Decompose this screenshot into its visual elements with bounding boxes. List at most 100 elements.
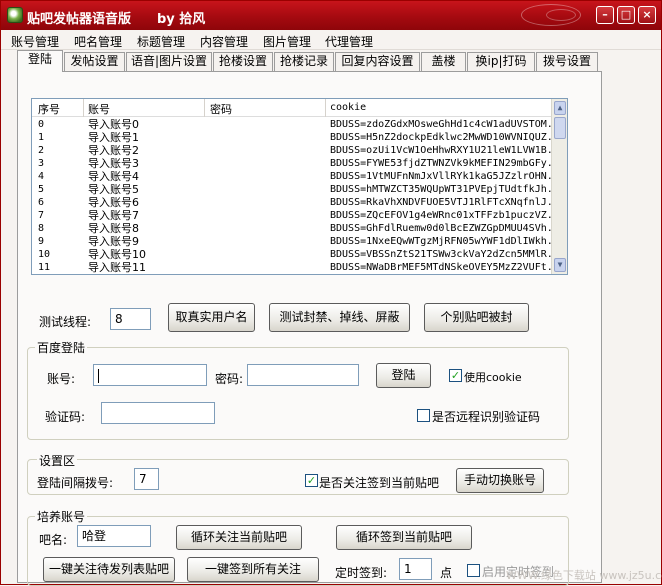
table-row[interactable]: 2 导入账号2 BDUSS=ozUi1VcW1OeHhwRXY1U21leW1LVW… bbox=[32, 144, 565, 157]
table-row[interactable]: 0 导入账号0 BDUSS=zdoZGdxMOsweGhHd1c4cW1adUVST… bbox=[32, 118, 565, 131]
individual-bar-banned-button[interactable]: 个别贴吧被封 bbox=[424, 303, 529, 332]
table-row[interactable]: 7 导入账号7 BDUSS=ZQcEFOV1g4eWRnc01xTFFzb1pucz… bbox=[32, 209, 565, 222]
menu-bar-name-manage[interactable]: 吧名管理 bbox=[74, 33, 122, 50]
table-row[interactable]: 5 导入账号5 BDUSS=hMTWZCT35WQUpWT31PVEpjTUdtfk… bbox=[32, 183, 565, 196]
follow-post-list-bars-button[interactable]: 一键关注待发列表贴吧 bbox=[43, 557, 175, 582]
tab-post-settings[interactable]: 发帖设置 bbox=[64, 52, 125, 71]
login-interval-input[interactable]: 7 bbox=[134, 468, 159, 490]
cell-index: 1 bbox=[38, 132, 45, 143]
loop-follow-button[interactable]: 循环关注当前贴吧 bbox=[176, 525, 302, 550]
follow-signin-checkbox[interactable]: ✓ bbox=[305, 474, 318, 487]
cell-cookie: BDUSS=ozUi1VcW1OeHhwRXY1U21leW1LVW1B... bbox=[330, 145, 565, 156]
cell-cookie: BDUSS=VBSSnZtS21TSWw3ckVaY2dZcn5MMlR... bbox=[330, 249, 565, 260]
table-row[interactable]: 4 导入账号4 BDUSS=1VtMUFnNmJxVllRYk1kaG5JZzlrO… bbox=[32, 170, 565, 183]
enable-timed-signin-checkbox[interactable] bbox=[467, 564, 480, 577]
grid-header-account[interactable]: 账号 bbox=[88, 101, 110, 117]
table-row[interactable]: 10 导入账号10 BDUSS=VBSSnZtS21TSWw3ckVaY2dZcn5… bbox=[32, 248, 565, 261]
table-row[interactable]: 3 导入账号3 BDUSS=FYWE53fjdZTWNZVk9kMEFIN29mbG… bbox=[32, 157, 565, 170]
tab-build-floor[interactable]: 盖楼 bbox=[421, 52, 466, 71]
loop-signin-button[interactable]: 循环签到当前贴吧 bbox=[336, 525, 472, 550]
test-ban-button[interactable]: 测试封禁、掉线、屏蔽 bbox=[269, 303, 410, 332]
menu-proxy-manage[interactable]: 代理管理 bbox=[325, 33, 373, 50]
tab-reply-content-settings[interactable]: 回复内容设置 bbox=[335, 52, 420, 71]
table-row[interactable]: 1 导入账号1 BDUSS=H5nZ2dockpEdklwc2MwWD10WVNIQ… bbox=[32, 131, 565, 144]
cell-account: 导入账号7 bbox=[88, 209, 139, 222]
grid-header-cookie[interactable]: cookie bbox=[330, 102, 366, 113]
grid-header-separator bbox=[83, 99, 84, 117]
bar-name-label: 吧名: bbox=[39, 533, 68, 547]
menu-account-manage[interactable]: 账号管理 bbox=[11, 33, 59, 50]
tab-grab-floor-records[interactable]: 抢楼记录 bbox=[274, 52, 334, 71]
text-cursor bbox=[98, 368, 99, 383]
scroll-up-arrow-icon[interactable]: ▲ bbox=[554, 101, 566, 115]
table-row[interactable]: 8 导入账号8 BDUSS=GhFdlRuemw0d0lBcEZWZGpDMUU4S… bbox=[32, 222, 565, 235]
cell-cookie: BDUSS=NWaDBrMEF5MTdNSkeOVEY5MzZ2VUFt... bbox=[330, 262, 565, 273]
cell-index: 9 bbox=[38, 236, 45, 247]
get-real-username-button[interactable]: 取真实用户名 bbox=[168, 303, 255, 332]
close-button[interactable]: × bbox=[638, 6, 656, 24]
login-interval-label: 登陆间隔拨号: bbox=[37, 476, 114, 490]
title-bar[interactable]: 贴吧发帖器语音版 by 拾风 – □ × bbox=[1, 1, 661, 30]
use-cookie-checkbox[interactable]: ✓ bbox=[449, 369, 462, 382]
table-row[interactable]: 6 导入账号6 BDUSS=RkaVhXNDVFUOE5VTJ1RlFTcXNqfn… bbox=[32, 196, 565, 209]
cell-cookie: BDUSS=GhFdlRuemw0d0lBcEZWZGpDMUU4SVh... bbox=[330, 223, 565, 234]
cell-account: 导入账号5 bbox=[88, 183, 139, 196]
grid-header-separator bbox=[204, 99, 205, 117]
grid-header: 序号 账号 密码 cookie bbox=[32, 99, 552, 117]
password-input[interactable] bbox=[247, 364, 359, 386]
tab-dialup-settings[interactable]: 拨号设置 bbox=[536, 52, 598, 71]
cell-account: 导入账号8 bbox=[88, 222, 139, 235]
restore-button[interactable]: □ bbox=[617, 6, 635, 24]
cell-index: 7 bbox=[38, 210, 45, 221]
grid-vertical-scrollbar[interactable]: ▲ ▼ bbox=[551, 99, 567, 274]
grid-header-separator bbox=[325, 99, 326, 117]
table-row[interactable]: 11 导入账号11 BDUSS=NWaDBrMEF5MTdNSkeOVEY5MzZ2… bbox=[32, 261, 565, 274]
watermark-text: WWW.绿色下载站 www.jz5u.com bbox=[506, 569, 662, 582]
menu-image-manage[interactable]: 图片管理 bbox=[263, 33, 311, 50]
captcha-input[interactable] bbox=[101, 402, 215, 424]
timed-signin-input[interactable]: 1 bbox=[399, 558, 432, 580]
cell-index: 6 bbox=[38, 197, 45, 208]
account-input[interactable] bbox=[93, 364, 207, 386]
use-cookie-label: 使用cookie bbox=[464, 371, 522, 384]
account-label: 账号: bbox=[47, 372, 76, 386]
cell-account: 导入账号2 bbox=[88, 144, 139, 157]
scroll-down-arrow-icon[interactable]: ▼ bbox=[554, 258, 566, 272]
settings-group-title: 设置区 bbox=[37, 452, 78, 469]
baidu-login-group bbox=[27, 347, 569, 440]
password-label: 密码: bbox=[215, 372, 244, 386]
tab-voice-image-settings[interactable]: 语音|图片设置 bbox=[126, 52, 212, 71]
captcha-label: 验证码: bbox=[45, 410, 86, 424]
checkmark-icon: ✓ bbox=[450, 369, 461, 382]
remote-captcha-label: 是否远程识别验证码 bbox=[432, 410, 541, 424]
remote-captcha-checkbox[interactable] bbox=[417, 409, 430, 422]
cell-account: 导入账号0 bbox=[88, 118, 139, 131]
table-row[interactable]: 9 导入账号9 BDUSS=1NxeEQwWTgzMjRFN05wYWF1dDlIW… bbox=[32, 235, 565, 248]
login-button[interactable]: 登陆 bbox=[376, 363, 431, 388]
account-grid[interactable]: 序号 账号 密码 cookie 0 导入账号0 BDUSS=zdoZGdxMOswe… bbox=[31, 98, 568, 275]
cell-account: 导入账号11 bbox=[88, 261, 146, 274]
scroll-thumb[interactable] bbox=[554, 117, 566, 139]
bar-name-input[interactable]: 哈登 bbox=[77, 525, 151, 547]
menu-title-manage[interactable]: 标题管理 bbox=[137, 33, 185, 50]
timed-signin-unit: 点 bbox=[440, 566, 453, 580]
menu-content-manage[interactable]: 内容管理 bbox=[200, 33, 248, 50]
cell-index: 5 bbox=[38, 184, 45, 195]
tab-grab-floor-settings[interactable]: 抢楼设置 bbox=[213, 52, 273, 71]
cell-cookie: BDUSS=H5nZ2dockpEdklwc2MwWD10WVNIQUZ... bbox=[330, 132, 565, 143]
minimize-button[interactable]: – bbox=[596, 6, 614, 24]
window-author: by 拾风 bbox=[157, 12, 206, 27]
cell-account: 导入账号4 bbox=[88, 170, 139, 183]
app-icon bbox=[7, 7, 23, 23]
signin-all-followed-button[interactable]: 一键签到所有关注 bbox=[187, 557, 319, 582]
tab-ip-captcha[interactable]: 换ip|打码 bbox=[467, 52, 535, 71]
tab-login[interactable]: 登陆 bbox=[17, 50, 63, 72]
menu-bar: 账号管理 吧名管理 标题管理 内容管理 图片管理 代理管理 bbox=[1, 30, 661, 50]
grid-header-index[interactable]: 序号 bbox=[38, 101, 60, 117]
switch-account-button[interactable]: 手动切换账号 bbox=[456, 468, 544, 493]
follow-signin-label: 是否关注签到当前贴吧 bbox=[319, 476, 440, 490]
thread-count-input[interactable]: 8 bbox=[110, 308, 151, 330]
cell-index: 3 bbox=[38, 158, 45, 169]
cell-account: 导入账号9 bbox=[88, 235, 139, 248]
grid-header-password[interactable]: 密码 bbox=[210, 101, 232, 117]
